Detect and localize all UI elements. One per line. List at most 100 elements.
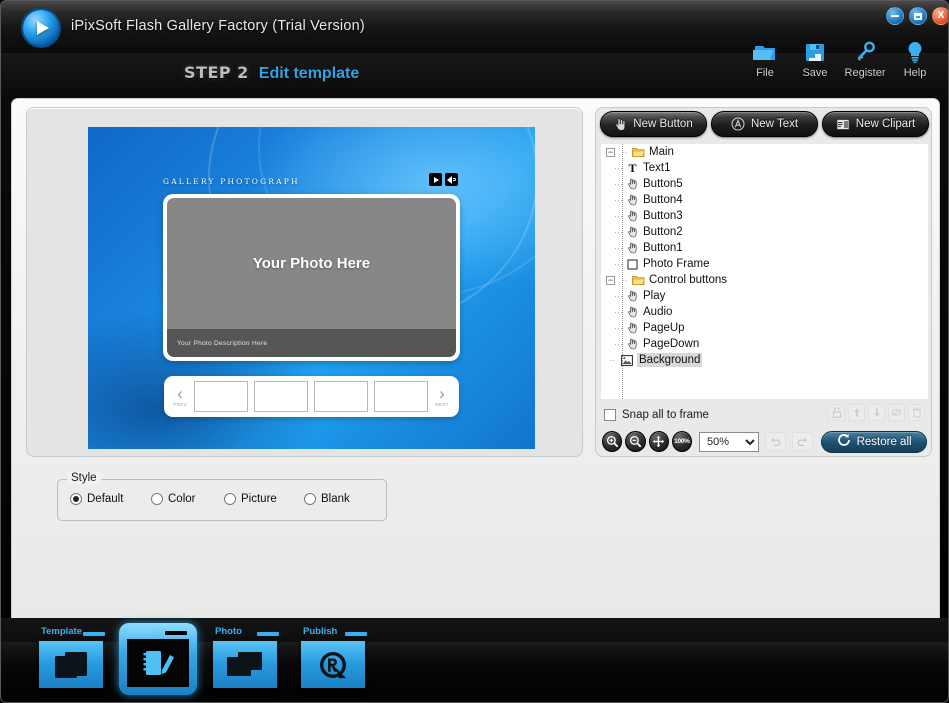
tree-item-pagedown[interactable]: ··· PageDown	[601, 336, 928, 352]
layer-tools	[828, 404, 925, 421]
collapse-toggle[interactable]: −	[606, 147, 615, 157]
restore-all-button[interactable]: Restore all	[821, 430, 927, 453]
move-down-icon[interactable]	[868, 404, 885, 421]
zoom-out-icon[interactable]	[625, 431, 646, 452]
nav-tab-template[interactable]: Template	[33, 626, 111, 691]
style-option-blank[interactable]: Blank	[304, 493, 350, 505]
nav-tab-photo[interactable]: Photo	[207, 626, 285, 691]
thumbnail-item[interactable]	[314, 381, 368, 412]
style-legend: Style	[67, 472, 101, 484]
nav-tab-edit[interactable]: Edit	[119, 623, 197, 695]
step-number: STEP 2	[184, 63, 249, 82]
tree-item-play[interactable]: ··· Play	[601, 288, 928, 304]
folder-icon	[740, 37, 790, 67]
undo-icon[interactable]	[764, 432, 786, 451]
template-stage[interactable]: GALLERY PHOTOGRAPH Your Photo Here Your …	[88, 127, 535, 449]
object-tree[interactable]: − ·· Main ··· T Text1 ··· Button5 ··· Bu…	[601, 144, 928, 399]
save-button[interactable]: Save	[790, 37, 840, 79]
register-button[interactable]: Register	[840, 37, 890, 79]
hand-cursor-icon	[625, 322, 640, 334]
close-icon[interactable]: X	[932, 7, 948, 25]
restore-icon	[837, 433, 851, 450]
file-button[interactable]: File	[740, 37, 790, 79]
tree-item-background[interactable]: ·· Background	[601, 352, 928, 368]
tree-item-main[interactable]: − ·· Main	[601, 144, 928, 160]
step-header: STEP 2 Edit template	[184, 63, 359, 83]
tree-item-label: PageUp	[643, 322, 685, 334]
radio-blank-icon	[304, 493, 316, 505]
zoom-in-icon[interactable]	[602, 431, 623, 452]
zoom-level-select[interactable]: 25%50%75%100%150%200%	[699, 431, 759, 452]
prev-button[interactable]: ‹ PREV	[169, 383, 191, 407]
tree-item-label: Main	[649, 146, 674, 158]
maximize-icon[interactable]	[909, 7, 927, 25]
tree-item-button1[interactable]: ··· Button1	[601, 240, 928, 256]
pan-move-icon[interactable]	[648, 431, 669, 452]
tree-item-photo-frame[interactable]: ··· Photo Frame	[601, 256, 928, 272]
style-option-color[interactable]: Color	[151, 493, 195, 505]
new-button-tab[interactable]: New Button	[600, 111, 707, 137]
help-button[interactable]: Help	[890, 37, 940, 79]
lock-icon[interactable]	[828, 404, 845, 421]
bottom-bar: Template Edit Photo Publish	[1, 618, 948, 702]
style-option-picture[interactable]: Picture	[224, 493, 277, 505]
minimize-icon[interactable]	[886, 7, 904, 25]
tree-item-pageup[interactable]: ··· PageUp	[601, 320, 928, 336]
stage-title: GALLERY PHOTOGRAPH	[163, 177, 300, 186]
thumbnail-item[interactable]	[374, 381, 428, 412]
play-icon[interactable]	[429, 173, 442, 186]
tree-item-button5[interactable]: ··· Button5	[601, 176, 928, 192]
photo-placeholder-label: Your Photo Here	[252, 255, 371, 272]
restore-all-label: Restore all	[856, 435, 912, 448]
thumbnail-item[interactable]	[254, 381, 308, 412]
new-text-tab[interactable]: New Text	[711, 111, 818, 137]
tree-item-button2[interactable]: ··· Button2	[601, 224, 928, 240]
play-logo-icon	[23, 10, 59, 46]
tree-item-text1[interactable]: ··· T Text1	[601, 160, 928, 176]
tree-item-label: Audio	[643, 306, 673, 318]
radio-color-icon	[151, 493, 163, 505]
trash-icon[interactable]	[908, 404, 925, 421]
thumbnail-item[interactable]	[194, 381, 248, 412]
text-a-icon	[731, 117, 745, 131]
next-label: NEXT	[435, 401, 449, 407]
hide-icon[interactable]	[888, 404, 905, 421]
snap-all-checkbox[interactable]	[604, 409, 616, 421]
tree-item-button3[interactable]: ··· Button3	[601, 208, 928, 224]
collapse-toggle[interactable]: −	[606, 275, 615, 285]
folder-open-icon	[631, 275, 646, 286]
tree-item-button4[interactable]: ··· Button4	[601, 192, 928, 208]
snap-all-label: Snap all to frame	[622, 409, 709, 421]
nav-accent-bar	[83, 632, 105, 636]
tree-item-label: Button5	[643, 178, 683, 190]
tree-item-control-buttons[interactable]: − ·· Control buttons	[601, 272, 928, 288]
tree-guide: ··	[609, 355, 616, 365]
key-icon	[840, 37, 890, 67]
hand-cursor-icon	[625, 338, 640, 350]
photo-frame[interactable]: Your Photo Here Your Photo Description H…	[163, 194, 460, 361]
zoom-100-label: 100%	[674, 438, 690, 445]
chevron-left-icon: ‹	[177, 383, 183, 403]
chevron-right-icon: ›	[439, 383, 445, 403]
nav-tab-publish[interactable]: Publish	[295, 626, 373, 691]
hand-cursor-icon	[625, 242, 640, 254]
move-up-icon[interactable]	[848, 404, 865, 421]
tree-guideline	[622, 144, 623, 399]
tree-item-audio[interactable]: ··· Audio	[601, 304, 928, 320]
notebook-pencil-icon	[127, 639, 189, 687]
zoom-100-icon[interactable]: 100%	[671, 431, 692, 452]
help-label: Help	[903, 67, 927, 79]
photo-caption: Your Photo Description Here	[177, 339, 268, 347]
style-option-default[interactable]: Default	[70, 493, 123, 505]
audio-icon[interactable]	[445, 173, 458, 186]
new-clipart-tab[interactable]: New Clipart	[822, 111, 929, 137]
hand-cursor-icon	[625, 226, 640, 238]
objects-panel: New Button New Text New Clipart − ·· Mai…	[595, 107, 932, 457]
prev-label: PREV	[173, 401, 187, 407]
hand-cursor-icon	[625, 210, 640, 222]
tree-guide: ···	[614, 211, 623, 221]
hand-cursor-icon	[625, 178, 640, 190]
redo-icon[interactable]	[791, 432, 814, 451]
next-button[interactable]: › NEXT	[431, 383, 453, 407]
tree-guide: ···	[614, 179, 623, 189]
